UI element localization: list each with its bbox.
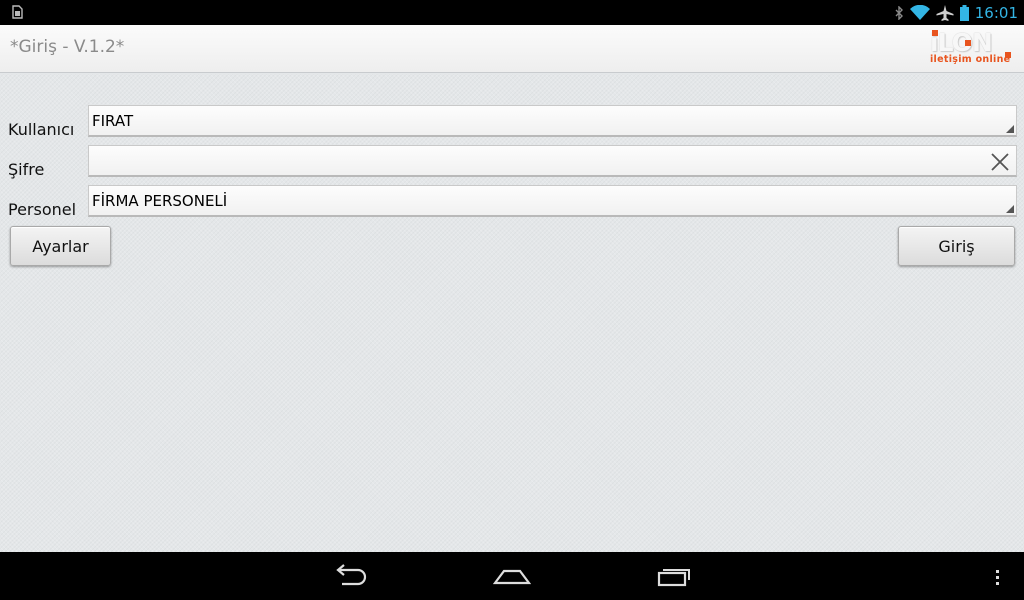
user-label: Kullanıcı: [8, 120, 75, 139]
status-time: 16:01: [974, 3, 1018, 22]
sim-card-icon: [12, 5, 23, 19]
airplane-icon: [936, 4, 954, 21]
company-logo: iLON iletişim online: [928, 28, 1014, 68]
staff-select[interactable]: FİRMA PERSONELİ: [88, 185, 1017, 217]
logo-square: [932, 30, 938, 36]
home-icon[interactable]: [493, 564, 531, 588]
password-field[interactable]: [88, 145, 1017, 177]
login-button[interactable]: Giriş: [898, 226, 1015, 266]
clear-icon[interactable]: [990, 152, 1010, 172]
recent-apps-icon[interactable]: [657, 564, 693, 588]
title-bar: *Giriş - V.1.2* iLON iletişim online: [0, 25, 1024, 73]
staff-value: FİRMA PERSONELİ: [92, 192, 228, 210]
bluetooth-icon: [895, 5, 903, 20]
back-icon[interactable]: [332, 564, 368, 588]
logo-subtitle: iletişim online: [930, 54, 1011, 65]
login-form: Kullanıcı FIRAT Şifre Personel FİRMA PER…: [0, 74, 1024, 552]
dropdown-corner-icon: [1006, 205, 1014, 213]
staff-label: Personel: [8, 200, 77, 219]
navigation-bar: [0, 552, 1024, 600]
user-value: FIRAT: [92, 112, 134, 130]
logo-square: [965, 40, 971, 46]
wifi-icon: [909, 5, 930, 20]
settings-button[interactable]: Ayarlar: [10, 226, 111, 266]
menu-icon[interactable]: [994, 564, 1002, 588]
logo-word: iLON: [930, 28, 993, 57]
password-label: Şifre: [8, 160, 45, 179]
page-title: *Giriş - V.1.2*: [10, 37, 125, 57]
status-bar: 16:01: [0, 0, 1024, 25]
status-icons: 16:01: [894, 0, 1018, 25]
dropdown-corner-icon: [1006, 125, 1014, 133]
user-select[interactable]: FIRAT: [88, 105, 1017, 137]
battery-icon: [959, 4, 969, 21]
